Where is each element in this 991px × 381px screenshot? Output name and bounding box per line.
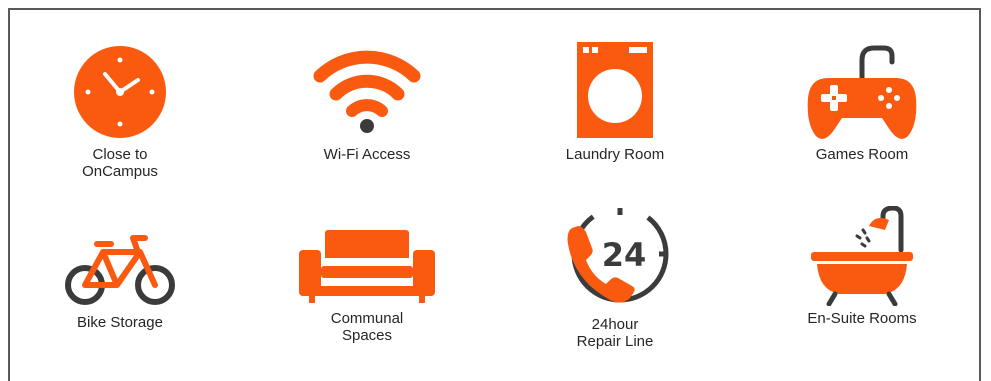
- bathtub-icon: [811, 206, 913, 306]
- feature-communal-spaces: Communal Spaces: [267, 228, 467, 344]
- feature-label: Bike Storage: [77, 314, 163, 331]
- bicycle-icon: [65, 235, 175, 305]
- features-panel: Close to OnCampus Wi-Fi Access Laundry R…: [8, 8, 981, 381]
- feature-en-suite-rooms: En-Suite Rooms: [762, 206, 962, 327]
- feature-laundry-room: Laundry Room: [515, 40, 715, 163]
- phone-24-icon: 24: [567, 205, 669, 303]
- feature-label: Communal Spaces: [330, 310, 404, 344]
- feature-label: Close to OnCampus: [82, 146, 158, 180]
- wifi-icon: [313, 50, 421, 133]
- feature-close-to-campus: Close to OnCampus: [20, 44, 220, 180]
- feature-label: Games Room: [815, 146, 909, 163]
- feature-label: 24hour Repair Line: [576, 316, 654, 350]
- clock-icon: [74, 46, 166, 138]
- feature-24hour-repair-line: 24 24hour Repair Line: [515, 202, 715, 350]
- feature-games-room: Games Room: [762, 40, 962, 163]
- feature-wifi-access: Wi-Fi Access: [267, 44, 467, 163]
- feature-label: Laundry Room: [565, 146, 665, 163]
- repair-line-24-badge: 24: [602, 236, 647, 274]
- feature-label: En-Suite Rooms: [807, 310, 917, 327]
- feature-bike-storage: Bike Storage: [20, 232, 220, 331]
- sofa-icon: [299, 230, 435, 303]
- washing-machine-icon: [577, 42, 653, 138]
- feature-label: Wi-Fi Access: [323, 146, 411, 163]
- gamepad-icon: [807, 45, 917, 139]
